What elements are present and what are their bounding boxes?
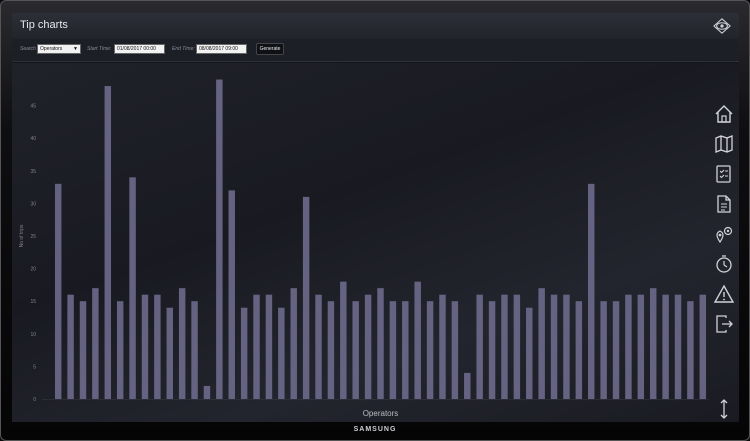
trips-bar-chart: 0 5 10 15 20 25 30 35 40 45 No of trips Operators xyxy=(19,79,709,418)
bar xyxy=(302,196,310,399)
bar xyxy=(166,307,173,399)
bar xyxy=(327,301,335,399)
bar xyxy=(402,301,409,399)
bar xyxy=(637,294,645,399)
bar xyxy=(253,294,260,399)
x-axis-label: Operators xyxy=(363,409,399,418)
bar xyxy=(191,301,198,399)
bar xyxy=(513,294,521,399)
bar xyxy=(340,281,347,399)
exit-icon[interactable] xyxy=(713,313,735,335)
chevron-down-icon: ▼ xyxy=(73,46,78,52)
bar xyxy=(290,288,297,399)
bar xyxy=(154,294,161,399)
y-tick-label: 35 xyxy=(30,169,36,175)
y-tick-label: 15 xyxy=(30,299,36,305)
bar xyxy=(54,183,62,399)
screen: Tip charts Search Operators ▼ Start Time… xyxy=(12,13,739,422)
start-time-value: 01/08/2017 00:00 xyxy=(117,46,156,52)
timer-icon[interactable] xyxy=(713,253,735,275)
bar xyxy=(228,190,235,399)
page-title: Tip charts xyxy=(20,19,68,31)
location-settings-icon[interactable] xyxy=(713,223,735,245)
bar xyxy=(116,301,124,399)
end-time-label: End Time: xyxy=(172,46,195,52)
y-tick-label: 5 xyxy=(33,364,36,370)
bar xyxy=(451,301,459,399)
bar xyxy=(612,301,620,399)
bar xyxy=(92,288,99,399)
bar xyxy=(265,294,273,399)
bar xyxy=(364,294,372,399)
bar xyxy=(216,79,223,399)
bar xyxy=(67,294,74,399)
bar xyxy=(414,281,421,399)
bar xyxy=(674,294,682,399)
resize-vertical-icon[interactable] xyxy=(713,398,735,420)
bar xyxy=(352,301,359,399)
bar xyxy=(476,294,483,399)
title-bar: Tip charts xyxy=(12,13,739,39)
bar xyxy=(625,294,632,399)
bar xyxy=(129,177,136,399)
bar xyxy=(377,288,384,399)
checklist-icon[interactable] xyxy=(713,163,735,185)
search-label: Search xyxy=(20,46,36,52)
brand-logo: SAMSUNG xyxy=(353,426,397,433)
end-time-value: 08/08/2017 09:00 xyxy=(199,46,238,52)
y-tick-label: 30 xyxy=(30,201,36,207)
y-axis-label: No of trips xyxy=(19,224,25,247)
bar xyxy=(526,307,533,399)
eye-icon[interactable] xyxy=(713,17,731,35)
bar xyxy=(488,301,496,399)
bar xyxy=(600,301,607,399)
search-select[interactable]: Operators ▼ xyxy=(37,44,81,54)
search-select-value: Operators xyxy=(40,46,63,52)
bar xyxy=(389,301,397,399)
y-tick-label: 40 xyxy=(30,136,36,142)
report-icon[interactable] xyxy=(713,193,735,215)
bar xyxy=(426,301,434,399)
y-tick-label: 20 xyxy=(30,267,36,273)
bar xyxy=(104,86,112,399)
bar xyxy=(550,294,558,399)
y-tick-label: 10 xyxy=(30,332,36,338)
bar xyxy=(662,294,669,399)
y-tick-label: 25 xyxy=(30,234,36,240)
bar xyxy=(588,183,595,399)
home-icon[interactable] xyxy=(713,103,735,125)
bar xyxy=(203,385,211,399)
bar xyxy=(501,294,508,399)
bar xyxy=(439,294,446,399)
bar xyxy=(538,288,545,399)
bar xyxy=(79,301,87,399)
bar xyxy=(315,294,322,399)
bar xyxy=(240,307,248,399)
y-tick-label: 45 xyxy=(30,104,36,110)
start-time-input[interactable]: 01/08/2017 00:00 xyxy=(114,44,165,54)
bar xyxy=(464,372,471,399)
bar xyxy=(141,294,149,399)
start-time-label: Start Time: xyxy=(87,46,112,52)
warning-icon[interactable] xyxy=(713,283,735,305)
bar xyxy=(178,288,186,399)
generate-button[interactable]: Generate xyxy=(256,43,284,55)
end-time-input[interactable]: 08/08/2017 09:00 xyxy=(196,44,247,54)
bar xyxy=(687,301,694,399)
map-icon[interactable] xyxy=(713,133,735,155)
bar xyxy=(699,294,707,399)
bar xyxy=(575,301,583,399)
y-tick-label: 0 xyxy=(33,397,36,403)
filter-toolbar: Search Operators ▼ Start Time: 01/08/201… xyxy=(12,39,739,62)
bar xyxy=(563,294,570,399)
bar xyxy=(278,307,285,399)
bar xyxy=(649,288,657,399)
